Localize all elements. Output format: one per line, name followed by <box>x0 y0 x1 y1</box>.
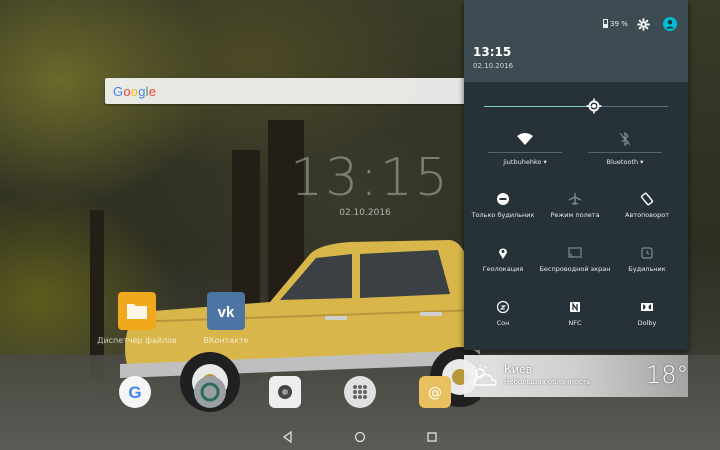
svg-text:@: @ <box>428 385 442 401</box>
dock-app-drawer[interactable] <box>344 376 376 408</box>
brightness-slider[interactable] <box>484 98 668 114</box>
partly-cloudy-icon <box>471 365 497 386</box>
account-icon[interactable] <box>663 17 677 31</box>
tile-label: Режим полета <box>550 211 600 219</box>
tile-label: Только будильник <box>471 211 535 219</box>
home-circle-icon <box>354 431 366 443</box>
tile-alarms-only[interactable]: Только будильник <box>466 192 540 219</box>
weather-widget[interactable]: Киев Небольшая облачность 18° <box>464 355 689 397</box>
file-manager-app[interactable] <box>118 292 156 330</box>
svg-text:G: G <box>128 383 141 402</box>
tile-label: Автоповорот <box>625 211 669 219</box>
sleep-icon <box>496 300 510 314</box>
tile-label: Беспроводной экран <box>539 265 611 273</box>
quick-settings-panel: 39 % 13:15 02.10.2016 jiutbuhehko ▾ Blue… <box>464 0 688 350</box>
back-icon <box>282 431 292 443</box>
dock-email[interactable]: @ <box>419 376 451 408</box>
nfc-icon <box>570 301 580 313</box>
google-logo: Google <box>113 83 157 99</box>
weather-condition: Небольшая облачность <box>504 378 591 386</box>
tile-nfc[interactable]: NFC <box>538 300 612 327</box>
camera-lens-icon <box>200 382 220 402</box>
battery-icon <box>603 19 608 28</box>
bluetooth-label: Bluetooth ▾ <box>606 158 644 166</box>
file-manager-label: Диспетчер файлов <box>97 336 177 345</box>
tile-alarm[interactable]: Будильник <box>610 246 684 273</box>
vk-icon: vk <box>218 304 235 321</box>
settings-gear-icon[interactable] <box>637 18 650 31</box>
google-icon: G <box>128 383 141 402</box>
vk-label: ВКонтакте <box>203 336 249 345</box>
tile-label: Геолокация <box>482 265 524 273</box>
weather-city: Киев <box>504 363 533 376</box>
wifi-network-label: jiutbuhehko ▾ <box>503 158 547 166</box>
recents-icon <box>427 432 437 442</box>
email-icon: @ <box>428 385 442 401</box>
wifi-icon <box>517 133 533 145</box>
bluetooth-tile[interactable]: Bluetooth ▾ <box>588 132 662 166</box>
navigation-bar <box>0 424 720 450</box>
dock-camera[interactable] <box>269 376 301 408</box>
back-button[interactable] <box>280 429 296 445</box>
quick-settings-time: 13:15 <box>473 45 512 59</box>
home-button[interactable] <box>352 429 368 445</box>
quick-settings-date[interactable]: 02.10.2016 <box>473 62 513 70</box>
tile-sleep[interactable]: Сон <box>466 300 540 327</box>
tile-auto-rotate[interactable]: Автоповорот <box>610 192 684 219</box>
minus-circle-icon <box>497 193 509 205</box>
camera-icon <box>278 385 292 399</box>
tile-location[interactable]: Геолокация <box>466 246 540 273</box>
tile-cast-screen[interactable]: Беспроводной экран <box>538 246 612 273</box>
location-icon <box>499 248 507 259</box>
wifi-tile[interactable]: jiutbuhehko ▾ <box>488 132 562 166</box>
alarm-icon <box>641 247 653 259</box>
tile-label: Dolby <box>637 319 657 327</box>
quick-settings-header: 39 % 13:15 02.10.2016 <box>464 0 688 82</box>
svg-text:vk: vk <box>218 304 235 321</box>
rotate-icon <box>640 192 654 206</box>
brightness-slider-fill <box>484 106 595 107</box>
vk-app[interactable]: vk <box>207 292 245 330</box>
recents-button[interactable] <box>424 429 440 445</box>
dock-camera-lens[interactable] <box>194 376 226 408</box>
dock-google[interactable]: G <box>119 376 151 408</box>
cast-icon <box>568 247 582 258</box>
brightness-thumb-icon[interactable] <box>586 98 602 114</box>
bluetooth-off-icon <box>620 132 630 146</box>
airplane-icon <box>568 193 582 205</box>
weather-temperature: 18° <box>646 361 689 389</box>
google-search-bar[interactable]: Google <box>105 78 465 104</box>
battery-percent: 39 % <box>610 20 628 28</box>
app-drawer-icon <box>353 385 367 399</box>
home-clock-date: 02.10.2016 <box>339 208 391 218</box>
tile-airplane-mode[interactable]: Режим полета <box>538 192 612 219</box>
dolby-icon <box>641 303 653 311</box>
folder-icon <box>127 304 147 319</box>
home-clock-time[interactable]: 13:15 <box>290 150 448 206</box>
tile-label: Сон <box>496 319 510 327</box>
tile-label: Будильник <box>628 265 666 273</box>
tile-label: NFC <box>568 319 582 327</box>
tile-dolby[interactable]: Dolby <box>610 300 684 327</box>
